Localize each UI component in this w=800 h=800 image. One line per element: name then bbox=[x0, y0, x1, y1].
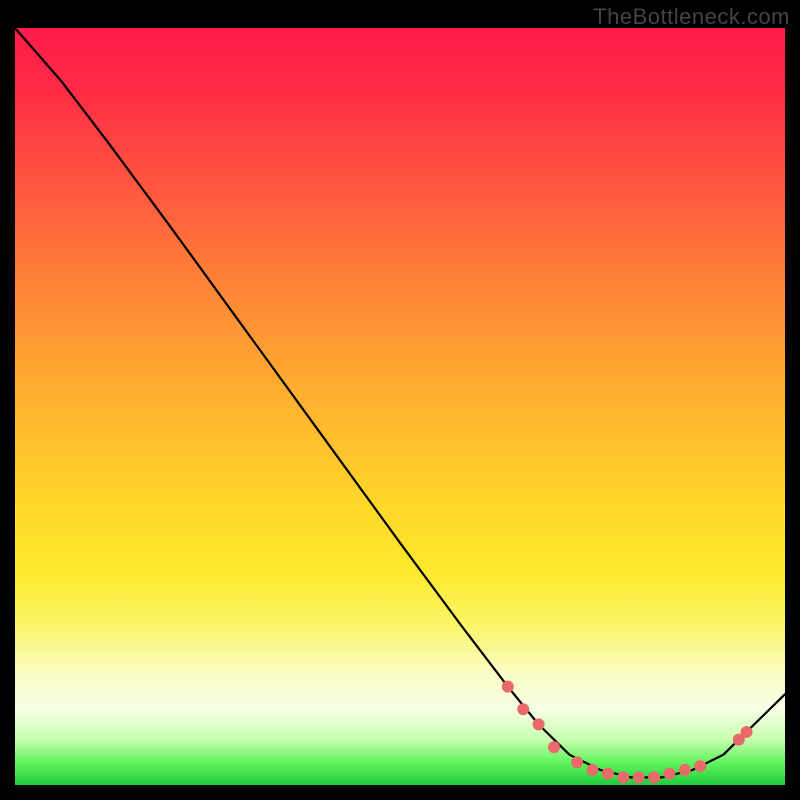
data-marker bbox=[741, 726, 753, 738]
data-marker bbox=[587, 764, 599, 776]
bottleneck-curve bbox=[15, 28, 785, 777]
marker-group bbox=[502, 681, 753, 784]
data-marker bbox=[633, 771, 645, 783]
data-marker bbox=[617, 771, 629, 783]
attribution-text: TheBottleneck.com bbox=[593, 4, 790, 30]
data-marker bbox=[694, 760, 706, 772]
data-marker bbox=[548, 741, 560, 753]
data-marker bbox=[571, 756, 583, 768]
data-marker bbox=[664, 768, 676, 780]
data-marker bbox=[679, 764, 691, 776]
plot-overlay bbox=[15, 28, 785, 785]
data-marker bbox=[648, 771, 660, 783]
data-marker bbox=[533, 718, 545, 730]
data-marker bbox=[502, 681, 514, 693]
data-marker bbox=[602, 768, 614, 780]
chart-container: TheBottleneck.com bbox=[0, 0, 800, 800]
data-marker bbox=[517, 703, 529, 715]
